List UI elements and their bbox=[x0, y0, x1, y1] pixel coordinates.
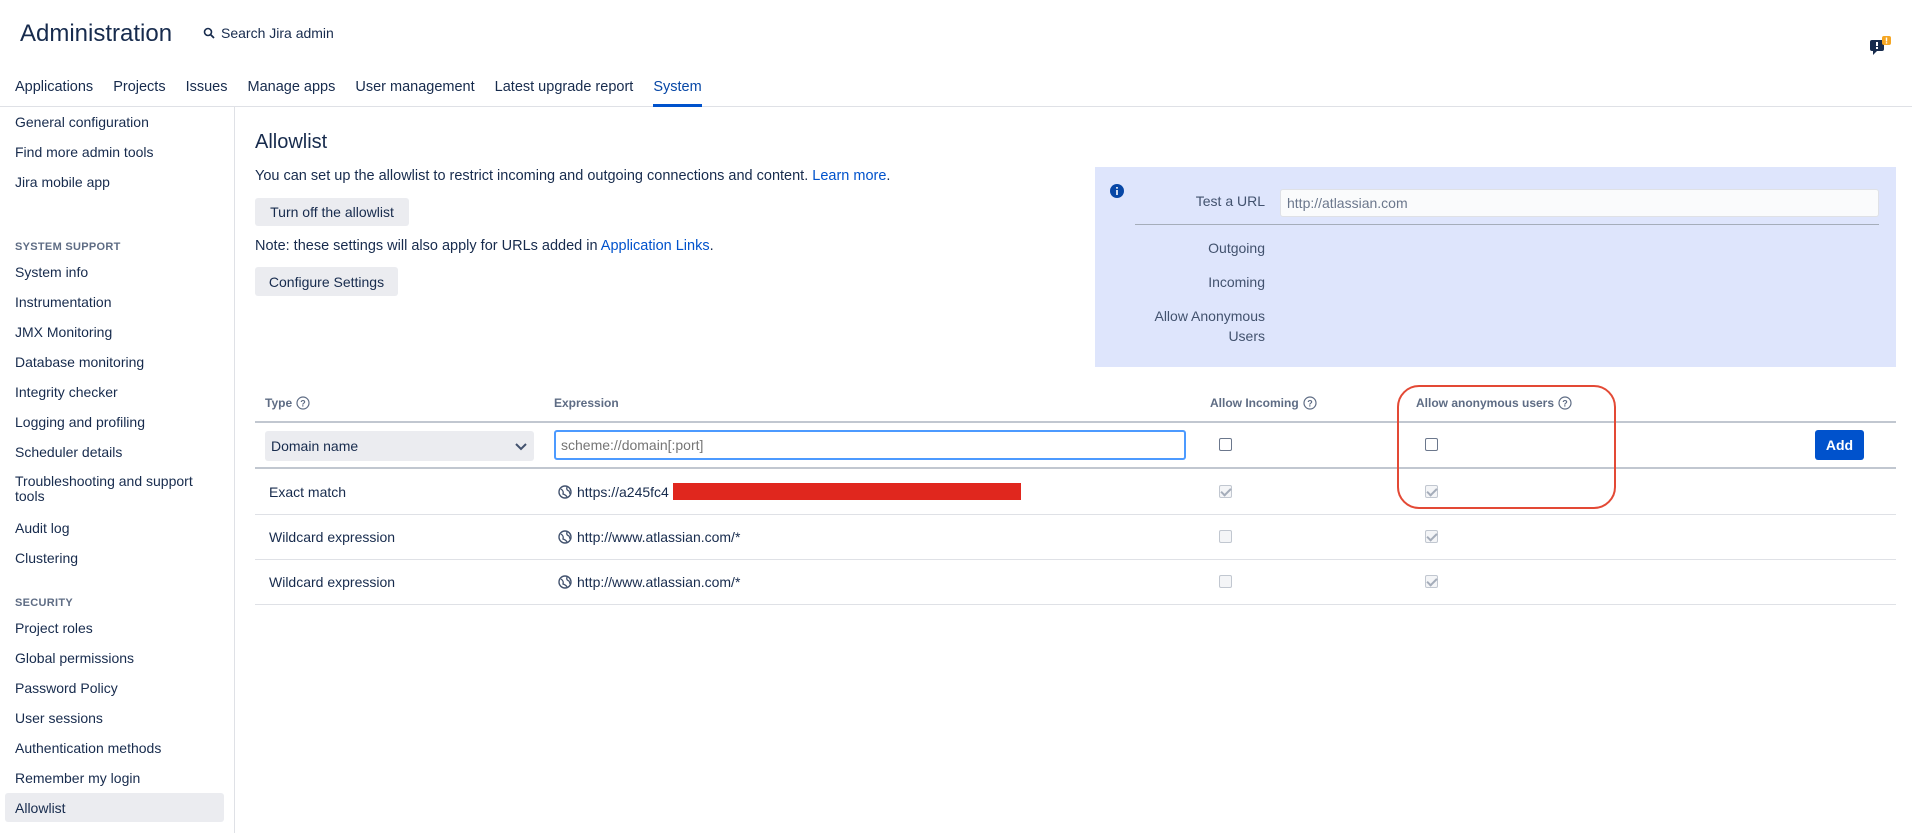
tab-projects[interactable]: Projects bbox=[113, 79, 165, 107]
turn-off-allowlist-button[interactable]: Turn off the allowlist bbox=[255, 198, 409, 226]
sidebar-item-scheduler-details[interactable]: Scheduler details bbox=[5, 437, 224, 466]
anonymous-label-line2: Users bbox=[1228, 328, 1265, 344]
row-expression: http://www.atlassian.com/* bbox=[558, 574, 740, 590]
learn-more-link[interactable]: Learn more bbox=[812, 168, 886, 184]
row-expression: http://www.atlassian.com/* bbox=[558, 529, 740, 545]
expression-input[interactable] bbox=[554, 430, 1186, 460]
row-type: Exact match bbox=[269, 484, 347, 500]
tab-issues[interactable]: Issues bbox=[186, 79, 228, 107]
row-expression-text: http://www.atlassian.com/* bbox=[577, 529, 741, 545]
tab-user-management[interactable]: User management bbox=[355, 79, 474, 107]
sidebar-item-authentication-methods[interactable]: Authentication methods bbox=[5, 733, 224, 762]
security-heading: SECURITY bbox=[15, 597, 74, 609]
row-incoming-checkbox bbox=[1219, 530, 1232, 543]
tab-system[interactable]: System bbox=[653, 79, 702, 107]
row-anonymous-checkbox bbox=[1425, 575, 1438, 588]
test-url-panel: Test a URL Outgoing Incoming Allow Anony… bbox=[1095, 167, 1896, 367]
row-incoming-checkbox bbox=[1219, 485, 1232, 498]
intro-text: You can set up the allowlist to restrict… bbox=[255, 168, 891, 184]
new-row-divider bbox=[255, 467, 1896, 469]
row-type: Wildcard expression bbox=[269, 574, 396, 590]
sidebar-item-database-monitoring[interactable]: Database monitoring bbox=[5, 347, 224, 376]
sidebar-item-instrumentation[interactable]: Instrumentation bbox=[5, 287, 224, 316]
search-admin[interactable]: Search Jira admin bbox=[203, 25, 334, 41]
tab-manage-apps[interactable]: Manage apps bbox=[248, 79, 336, 107]
table-header-divider bbox=[255, 421, 1896, 423]
header: Administration Search Jira admin Applica… bbox=[0, 0, 1912, 107]
info-icon bbox=[1110, 184, 1124, 198]
search-icon bbox=[203, 27, 215, 39]
allow-incoming-checkbox[interactable] bbox=[1219, 438, 1232, 451]
configure-settings-button[interactable]: Configure Settings bbox=[255, 267, 398, 296]
column-header-allow-incoming: Allow Incoming ? bbox=[1210, 396, 1317, 410]
note-description: Note: these settings will also apply for… bbox=[255, 238, 598, 254]
globe-icon bbox=[558, 485, 572, 499]
row-anonymous-checkbox bbox=[1425, 530, 1438, 543]
test-url-input[interactable] bbox=[1280, 189, 1879, 217]
row-expression-text: http://www.atlassian.com/* bbox=[577, 574, 741, 590]
sidebar-item-audit-log[interactable]: Audit log bbox=[5, 513, 224, 542]
sidebar-item-project-roles[interactable]: Project roles bbox=[5, 613, 224, 642]
row-type: Wildcard expression bbox=[269, 529, 396, 545]
sidebar-item-global-permissions[interactable]: Global permissions bbox=[5, 643, 224, 672]
type-select[interactable]: Domain name bbox=[265, 431, 534, 461]
sidebar-item-system-info[interactable]: System info bbox=[5, 257, 224, 286]
type-select-value: Domain name bbox=[271, 438, 359, 454]
tab-applications[interactable]: Applications bbox=[15, 79, 93, 107]
column-header-type: Type ? bbox=[265, 396, 310, 410]
row-expression-text: https://a245fc4 bbox=[577, 484, 669, 500]
globe-icon bbox=[558, 575, 572, 589]
sidebar-item-logging-and-profiling[interactable]: Logging and profiling bbox=[5, 407, 224, 436]
sidebar-item-general-configuration[interactable]: General configuration bbox=[5, 107, 224, 136]
note-text: Note: these settings will also apply for… bbox=[255, 238, 714, 254]
feedback-icon[interactable] bbox=[1868, 34, 1892, 58]
svg-text:?: ? bbox=[1307, 399, 1313, 409]
row-expression: https://a245fc4 bbox=[558, 484, 669, 500]
column-header-type-label: Type bbox=[265, 396, 293, 410]
system-support-heading: SYSTEM SUPPORT bbox=[15, 241, 121, 253]
row-divider bbox=[255, 604, 1896, 605]
sidebar-item-troubleshooting[interactable]: Troubleshooting and support tools bbox=[5, 472, 224, 508]
sidebar-item-password-policy[interactable]: Password Policy bbox=[5, 673, 224, 702]
sidebar-item-allowlist[interactable]: Allowlist bbox=[5, 793, 224, 822]
row-divider bbox=[255, 514, 1896, 515]
sidebar-item-jira-mobile-app[interactable]: Jira mobile app bbox=[5, 167, 224, 196]
redaction-bar bbox=[673, 483, 1021, 500]
incoming-label: Incoming bbox=[1208, 274, 1265, 290]
sidebar: General configuration Find more admin to… bbox=[0, 107, 235, 833]
tab-latest-upgrade-report[interactable]: Latest upgrade report bbox=[495, 79, 634, 107]
help-icon[interactable]: ? bbox=[296, 396, 310, 410]
sidebar-item-integrity-checker[interactable]: Integrity checker bbox=[5, 377, 224, 406]
anonymous-label-line1: Allow Anonymous bbox=[1154, 308, 1265, 324]
svg-text:?: ? bbox=[300, 399, 306, 409]
sidebar-item-clustering[interactable]: Clustering bbox=[5, 543, 224, 572]
globe-icon bbox=[558, 530, 572, 544]
outgoing-label: Outgoing bbox=[1208, 240, 1265, 256]
page-title: Allowlist bbox=[255, 131, 328, 153]
search-label: Search Jira admin bbox=[221, 25, 334, 41]
row-incoming-checkbox bbox=[1219, 575, 1232, 588]
sidebar-item-remember-my-login[interactable]: Remember my login bbox=[5, 763, 224, 792]
sidebar-item-jmx-monitoring[interactable]: JMX Monitoring bbox=[5, 317, 224, 346]
row-divider bbox=[255, 559, 1896, 560]
add-button[interactable]: Add bbox=[1815, 430, 1864, 460]
sidebar-item-user-sessions[interactable]: User sessions bbox=[5, 703, 224, 732]
chevron-down-icon bbox=[515, 443, 527, 451]
panel-divider bbox=[1135, 224, 1879, 225]
page-app-title: Administration bbox=[20, 20, 173, 47]
help-icon[interactable]: ? bbox=[1303, 396, 1317, 410]
column-header-allow-incoming-label: Allow Incoming bbox=[1210, 396, 1299, 410]
application-links-link[interactable]: Application Links bbox=[601, 238, 710, 254]
sidebar-item-find-more-admin-tools[interactable]: Find more admin tools bbox=[5, 137, 224, 166]
test-url-label: Test a URL bbox=[1195, 193, 1265, 209]
annotation-highlight bbox=[1397, 385, 1616, 509]
admin-tabs: Applications Projects Issues Manage apps… bbox=[15, 79, 722, 107]
column-header-expression: Expression bbox=[554, 396, 619, 410]
intro-description: You can set up the allowlist to restrict… bbox=[255, 168, 809, 184]
